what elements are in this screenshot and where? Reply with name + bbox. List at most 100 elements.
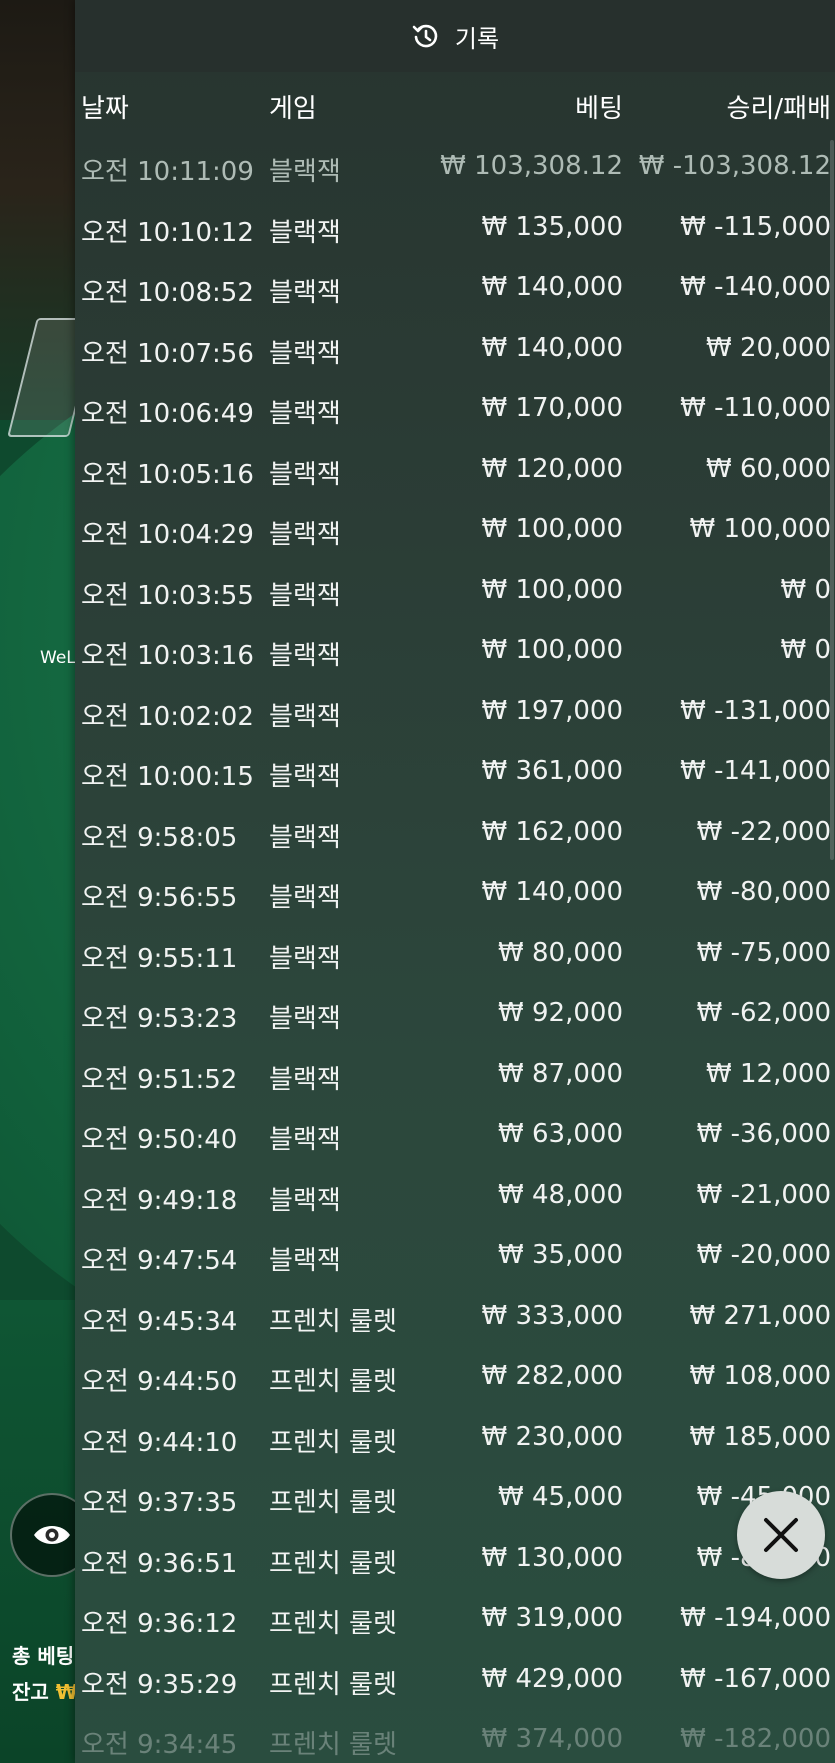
row-bet: ₩ 170,000 (481, 393, 624, 423)
history-icon (412, 24, 438, 48)
row-date: 오전 9:55:11 (81, 943, 238, 974)
history-row[interactable]: 오전 10:00:15 블랙잭 ₩ 361,000 ₩ -141,000 (75, 743, 835, 804)
history-row[interactable]: 오전 10:10:12 블랙잭 ₩ 135,000 ₩ -115,000 (75, 199, 835, 260)
row-win-loss: ₩ 60,000 (706, 453, 831, 484)
row-game: 블랙잭 (269, 822, 341, 853)
history-row[interactable]: 오전 9:47:54 블랙잭 ₩ 35,000 ₩ -20,000 (75, 1227, 835, 1288)
row-game: 블랙잭 (269, 157, 341, 187)
header-game: 게임 (269, 94, 317, 124)
row-game: 블랙잭 (269, 943, 341, 974)
row-date: 오전 10:10:12 (81, 217, 254, 248)
history-row[interactable]: 오전 10:11:09 블랙잭 ₩ 103,308.12 ₩ -103,308.12 (75, 138, 835, 199)
header-win-loss: 승리/패배 (726, 94, 831, 124)
close-icon (764, 1518, 798, 1552)
row-bet: ₩ 92,000 (498, 998, 623, 1028)
row-bet: ₩ 100,000 (481, 635, 624, 665)
row-bet: ₩ 282,000 (481, 1361, 624, 1391)
welcome-text: WeL (40, 648, 76, 668)
row-date: 오전 10:02:02 (81, 701, 254, 732)
row-game: 블랙잭 (269, 1185, 341, 1216)
history-row[interactable]: 오전 10:06:49 블랙잭 ₩ 170,000 ₩ -110,000 (75, 380, 835, 441)
row-date: 오전 9:45:34 (81, 1306, 238, 1337)
scrollbar[interactable] (830, 140, 834, 860)
row-bet: ₩ 80,000 (498, 937, 623, 968)
row-bet: ₩ 130,000 (481, 1542, 624, 1573)
history-row[interactable]: 오전 9:37:35프렌치 룰렛₩ 45,000₩ -45,000 (75, 1469, 835, 1530)
row-bet: ₩ 48,000 (498, 1179, 623, 1210)
history-row[interactable]: 오전 10:05:16 블랙잭 ₩ 120,000 ₩ 60,000 (75, 441, 835, 502)
row-win-loss: ₩ -167,000 (680, 1663, 831, 1694)
row-bet: ₩ 87,000 (498, 1058, 623, 1089)
history-row[interactable]: 오전 10:04:29 블랙잭 ₩ 100,000 ₩ 100,000 (75, 501, 835, 562)
history-row[interactable]: 오전 9:51:52 블랙잭 ₩ 87,000 ₩ 12,000 (75, 1046, 835, 1107)
eye-icon (34, 1526, 70, 1544)
row-win-loss: ₩ 271,000 (689, 1300, 832, 1331)
row-game: 블랙잭 (269, 1125, 341, 1155)
history-row[interactable]: 오전 10:03:55 블랙잭 ₩ 100,000 ₩ 0 (75, 562, 835, 623)
total-bet-label: 총 베팅 (12, 1644, 75, 1668)
row-win-loss: ₩ 12,000 (706, 1058, 831, 1089)
row-win-loss: ₩ -115,000 (680, 211, 831, 242)
header-date: 날짜 (81, 94, 129, 124)
row-game: 블랙잭 (269, 580, 341, 611)
row-date: 오전 9:36:12 (81, 1609, 238, 1639)
history-row[interactable]: 오전 9:50:40 블랙잭 ₩ 63,000 ₩ -36,000 (75, 1106, 835, 1167)
history-row[interactable]: 오전 9:44:10 프렌치 룰렛 ₩ 230,000 ₩ 185,000 (75, 1409, 835, 1470)
history-row[interactable]: 오전 9:58:05 블랙잭 ₩ 162,000 ₩ -22,000 (75, 804, 835, 865)
history-row[interactable]: 오전 9:36:12 프렌치 룰렛 ₩ 319,000 ₩ -194,000 (75, 1590, 835, 1651)
row-bet: ₩ 140,000 (481, 877, 624, 907)
row-date: 오전 9:44:10 (81, 1427, 238, 1458)
close-button[interactable] (737, 1491, 825, 1579)
row-win-loss: ₩ -20,000 (696, 1240, 831, 1270)
row-bet: ₩ 319,000 (481, 1603, 624, 1633)
row-bet: ₩ 63,000 (498, 1119, 623, 1149)
row-date: 오전 9:50:40 (81, 1125, 238, 1155)
row-date: 오전 9:36:51 (81, 1548, 238, 1579)
row-game: 프렌치 룰렛 (269, 1427, 397, 1458)
history-row[interactable]: 오전 10:03:16 블랙잭 ₩ 100,000 ₩ 0 (75, 622, 835, 683)
row-game: 블랙잭 (269, 1246, 341, 1276)
row-game: 블랙잭 (269, 701, 341, 732)
history-panel: 기록 날짜 게임 베팅 승리/패배 오전 10:11:09 블랙잭 ₩ 103,30… (75, 0, 835, 1763)
row-win-loss: ₩ -141,000 (680, 756, 831, 786)
row-bet: ₩ 333,000 (481, 1300, 624, 1331)
history-row[interactable]: 오전 9:36:51프렌치 룰렛₩ 130,000₩ -85,000 (75, 1530, 835, 1591)
row-game: 블랙잭 (269, 520, 341, 550)
history-list[interactable]: 오전 10:11:09 블랙잭 ₩ 103,308.12 ₩ -103,308.12 오… (75, 138, 835, 1763)
row-bet: ₩ 140,000 (481, 272, 624, 302)
row-bet: ₩ 35,000 (498, 1240, 623, 1270)
column-headers: 날짜 게임 베팅 승리/패배 (75, 72, 835, 138)
row-date: 오전 10:03:55 (81, 580, 254, 611)
row-win-loss: ₩ -22,000 (696, 816, 831, 847)
history-row[interactable]: 오전 9:56:55 블랙잭 ₩ 140,000 ₩ -80,000 (75, 864, 835, 925)
row-win-loss: ₩ -80,000 (696, 877, 831, 907)
row-game: 블랙잭 (269, 217, 341, 248)
row-game: 프렌치 룰렛 (269, 1367, 397, 1397)
row-game: 블랙잭 (269, 1004, 341, 1034)
row-bet: ₩ 45,000 (498, 1482, 623, 1512)
history-row[interactable]: 오전 9:35:29 프렌치 룰렛 ₩ 429,000 ₩ -167,000 (75, 1651, 835, 1712)
row-win-loss: ₩ 0 (780, 635, 831, 665)
row-game: 블랙잭 (269, 1064, 341, 1095)
row-date: 오전 10:07:56 (81, 338, 254, 369)
history-row[interactable]: 오전 9:53:23 블랙잭 ₩ 92,000 ₩ -62,000 (75, 985, 835, 1046)
history-row[interactable]: 오전 9:49:18 블랙잭 ₩ 48,000 ₩ -21,000 (75, 1167, 835, 1228)
row-bet: ₩ 100,000 (481, 514, 624, 544)
row-game: 프렌치 룰렛 (269, 1548, 397, 1579)
history-row[interactable]: 오전 10:07:56 블랙잭 ₩ 140,000 ₩ 20,000 (75, 320, 835, 381)
row-date: 오전 9:51:52 (81, 1064, 238, 1095)
history-row[interactable]: 오전 9:55:11 블랙잭 ₩ 80,000 ₩ -75,000 (75, 925, 835, 986)
history-row[interactable]: 오전 9:44:50 프렌치 룰렛 ₩ 282,000 ₩ 108,000 (75, 1348, 835, 1409)
history-row[interactable]: 오전 10:02:02 블랙잭 ₩ 197,000 ₩ -131,000 (75, 683, 835, 744)
row-bet: ₩ 162,000 (481, 816, 624, 847)
row-date: 오전 10:08:52 (81, 278, 254, 308)
panel-header: 기록 (75, 0, 835, 72)
history-row[interactable]: 오전 9:45:34 프렌치 룰렛 ₩ 333,000 ₩ 271,000 (75, 1288, 835, 1349)
row-win-loss: ₩ -140,000 (680, 272, 831, 302)
history-row[interactable]: 오전 9:34:45 프렌치 룰렛 ₩ 374,000 ₩ -182,000 (75, 1711, 835, 1763)
history-row[interactable]: 오전 10:08:52 블랙잭 ₩ 140,000 ₩ -140,000 (75, 259, 835, 320)
row-game: 블랙잭 (269, 399, 341, 429)
row-game: 블랙잭 (269, 641, 341, 671)
row-win-loss: ₩ -131,000 (680, 695, 831, 726)
header-bet: 베팅 (575, 94, 623, 124)
